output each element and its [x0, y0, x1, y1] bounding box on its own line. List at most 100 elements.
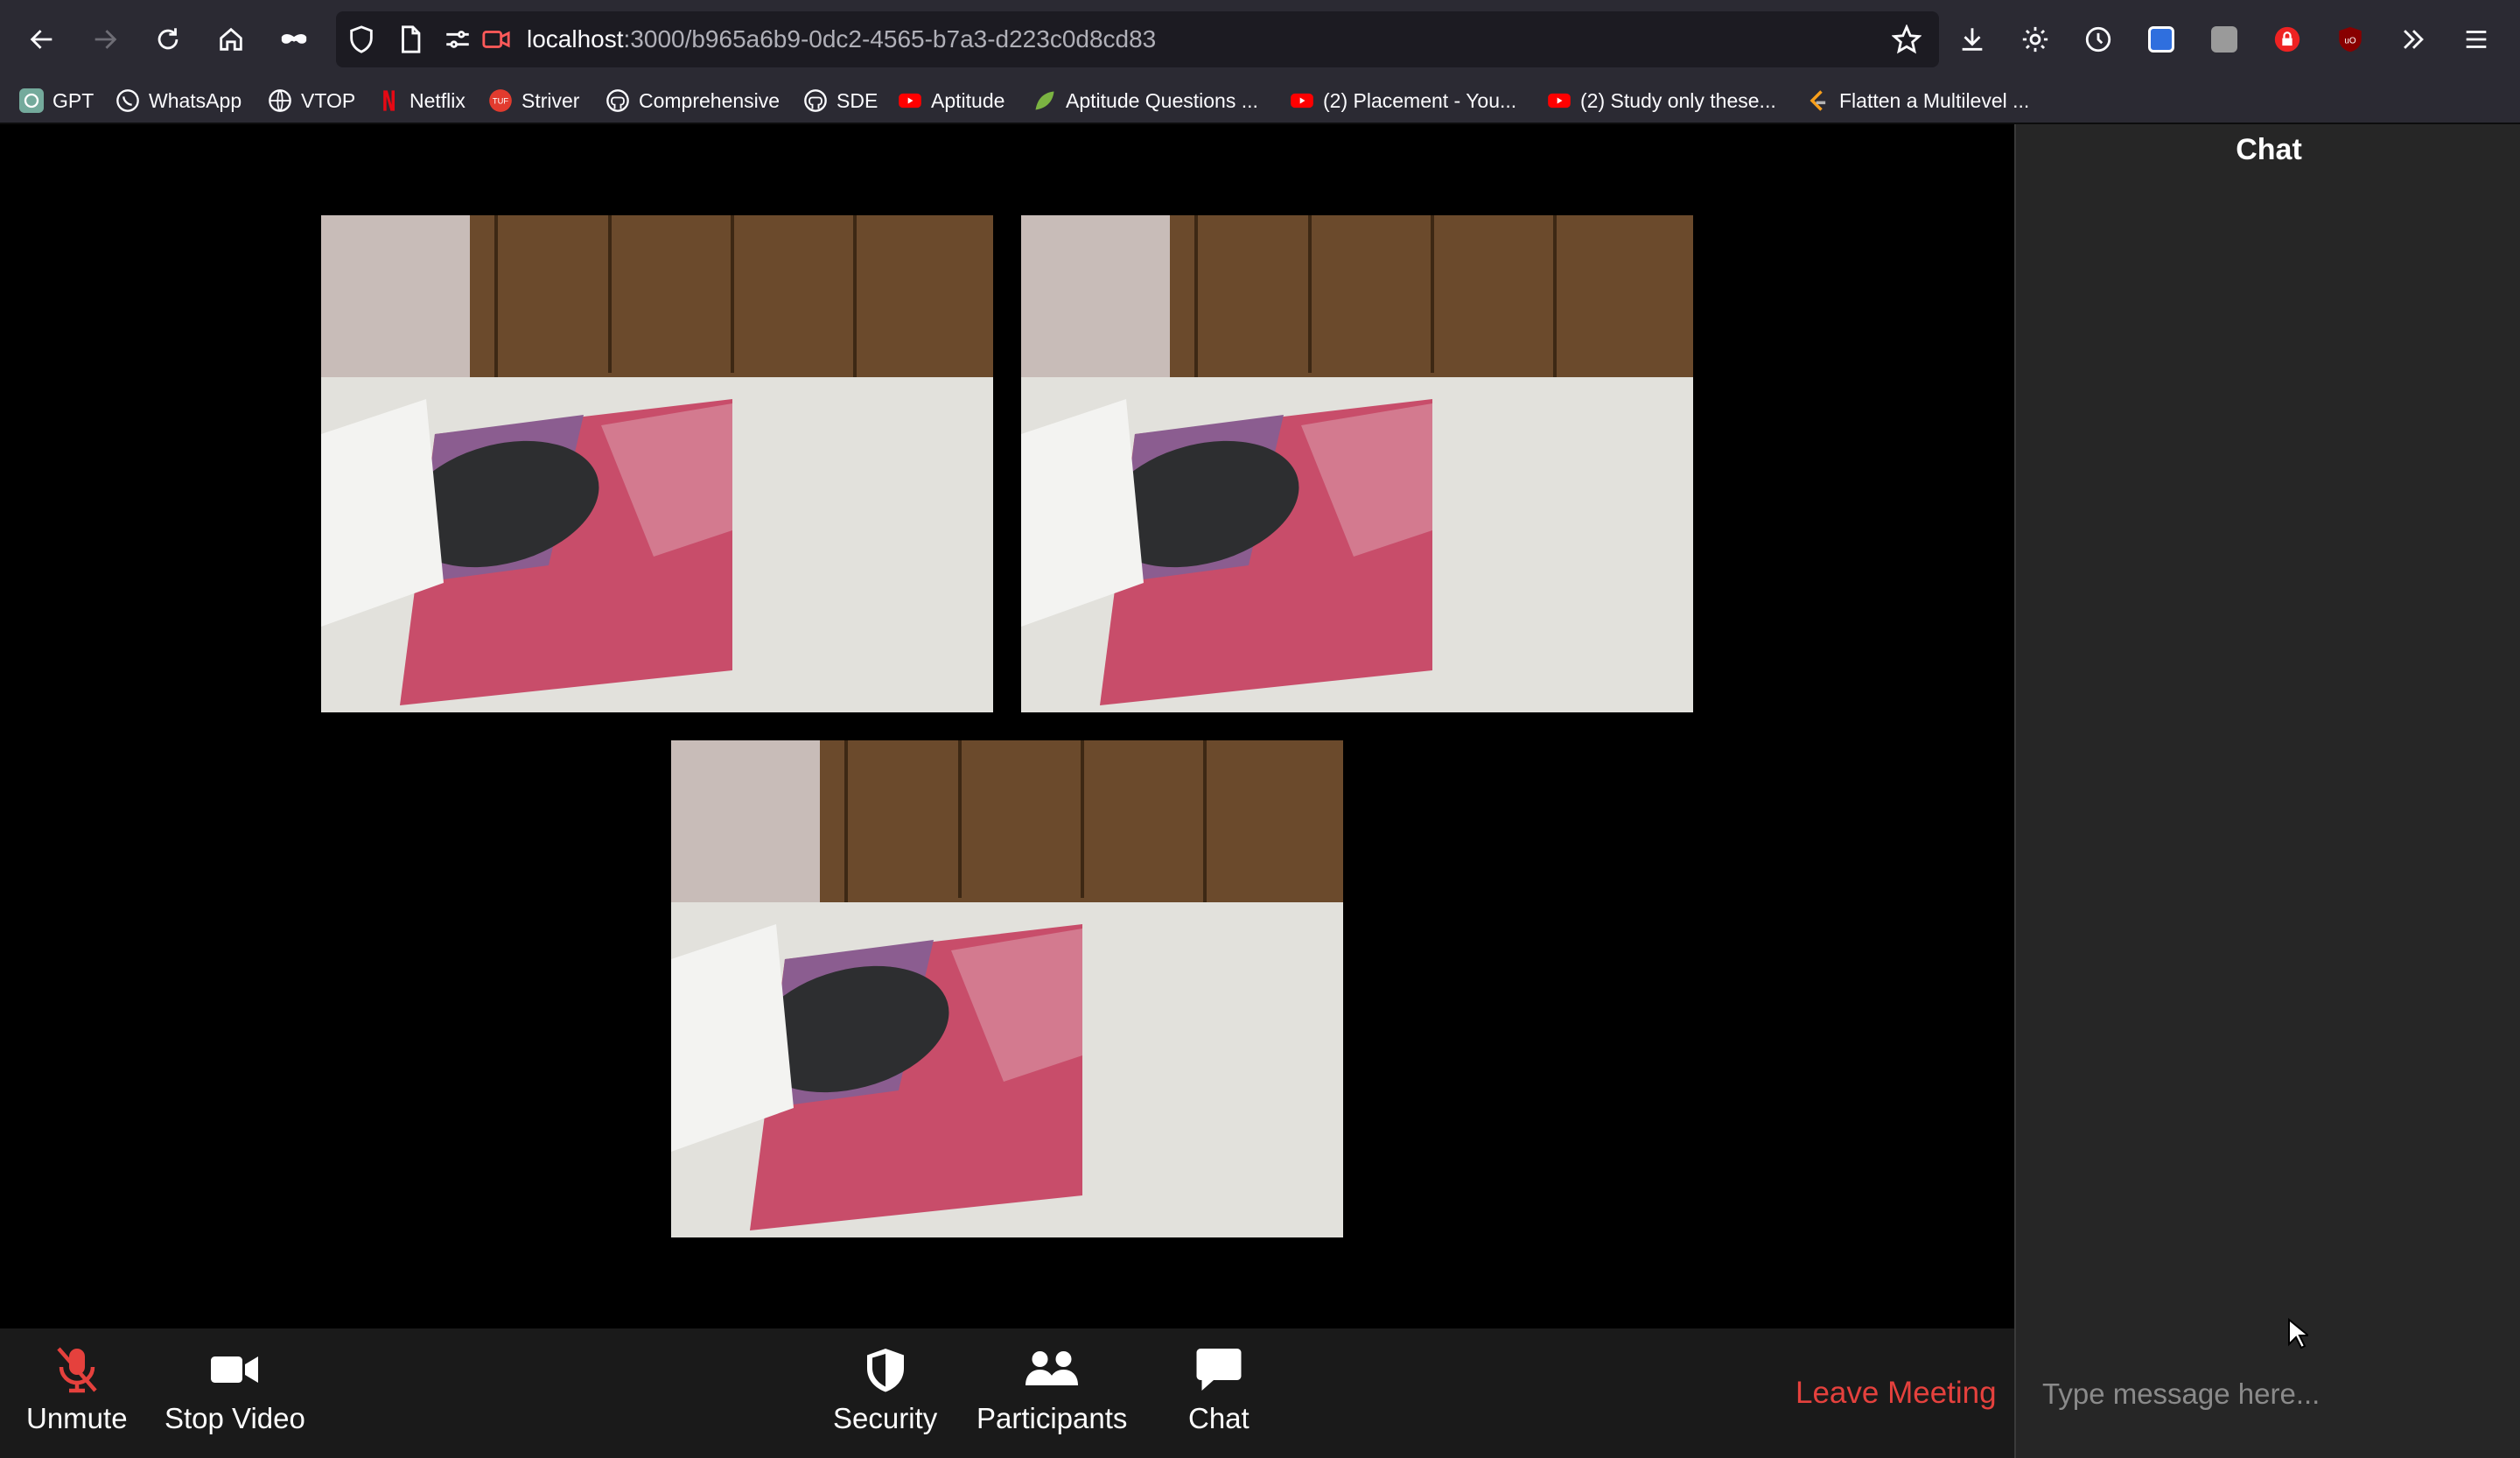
camera-sharing-icon[interactable] [481, 25, 511, 54]
private-mode-button[interactable] [271, 17, 317, 62]
extension-2-button[interactable] [2202, 17, 2247, 62]
camera-feed-image [1021, 215, 1693, 712]
video-camera-icon [211, 1356, 259, 1383]
bookmarks-bar: GPT WhatsApp VTOP Netflix TUF Striver Co… [0, 79, 2520, 124]
bookmark-netflix[interactable]: Netflix [376, 86, 466, 116]
whatsapp-icon [116, 89, 139, 112]
page-icon[interactable] [396, 25, 425, 54]
bookmark-vtop[interactable]: VTOP [268, 86, 355, 116]
arrow-right-icon [94, 30, 117, 49]
extension-1-button[interactable] [2138, 17, 2184, 62]
bookmark-aptitude-questions[interactable]: Aptitude Questions ... [1032, 86, 1258, 116]
unmute-button[interactable]: Unmute [26, 1346, 128, 1435]
forward-button[interactable] [82, 17, 128, 62]
bookmark-sde[interactable]: SDE [803, 86, 878, 116]
chat-panel: Chat [2014, 124, 2520, 1458]
camera-feed-image [321, 215, 993, 712]
openai-icon [19, 88, 44, 113]
svg-text:uO: uO [2344, 36, 2356, 46]
ublock-button[interactable]: uO [2328, 17, 2373, 62]
video-tile-2[interactable] [1021, 215, 1693, 712]
shield-icon[interactable] [346, 25, 376, 54]
video-tile-1[interactable] [321, 215, 993, 712]
double-chevron-icon [2404, 30, 2424, 49]
unmute-label: Unmute [26, 1402, 128, 1434]
back-button[interactable] [19, 17, 65, 62]
extension-3-button[interactable] [2264, 17, 2310, 62]
bookmark-striver[interactable]: TUF Striver [488, 86, 579, 116]
chat-label: Chat [1188, 1402, 1250, 1434]
menu-button[interactable] [2454, 17, 2499, 62]
netflix-icon [383, 90, 395, 111]
bookmark-label: Aptitude Questions ... [1066, 88, 1258, 112]
participants-label: Participants [976, 1402, 1128, 1434]
leaf-icon [1035, 91, 1054, 110]
home-icon [220, 27, 242, 51]
bookmark-label: (2) Placement - You... [1323, 88, 1517, 112]
download-icon [1962, 28, 1983, 51]
reload-button[interactable] [145, 17, 191, 62]
url-host: localhost [527, 25, 624, 53]
chat-messages-area [2016, 186, 2520, 1349]
bookmark-aptitude[interactable]: Aptitude [898, 86, 1004, 116]
bookmark-comprehensive[interactable]: Comprehensive [606, 86, 780, 116]
video-tile-3[interactable] [671, 740, 1343, 1237]
settings-button[interactable] [2012, 17, 2058, 62]
url-text[interactable]: localhost:3000/b965a6b9-0dc2-4565-b7a3-d… [527, 25, 1156, 53]
muted-microphone-icon [57, 1347, 97, 1393]
globe-icon [269, 89, 291, 112]
bookmark-label: Comprehensive [639, 88, 780, 112]
bookmark-label: GPT [52, 88, 94, 112]
shield-icon [866, 1349, 904, 1392]
github-icon [606, 89, 629, 112]
github-icon [804, 89, 827, 112]
chat-message-input[interactable] [2040, 1367, 2499, 1421]
reload-icon [158, 28, 178, 50]
hamburger-menu-icon [2466, 31, 2487, 48]
bookmark-label: VTOP [301, 88, 356, 112]
ublock-origin-icon: uO [2339, 26, 2362, 53]
bookmark-study[interactable]: (2) Study only these... [1547, 86, 1776, 116]
meeting-controls: Unmute Stop Video Security Participants … [0, 1328, 2014, 1458]
arrow-left-icon [30, 30, 52, 49]
security-button[interactable]: Security [833, 1346, 937, 1435]
bookmark-label: Striver [522, 88, 580, 112]
leetcode-icon [1810, 90, 1826, 111]
participants-icon [1026, 1351, 1079, 1385]
lock-extension-icon [2274, 26, 2300, 53]
chat-bubble-icon [1196, 1349, 1242, 1391]
url-path: :3000/b965a6b9-0dc2-4565-b7a3-d223c0d8cd… [623, 25, 1157, 53]
bookmark-placement[interactable]: (2) Placement - You... [1290, 86, 1516, 116]
svg-text:TUF: TUF [493, 97, 508, 106]
bookmark-label: SDE [836, 88, 878, 112]
history-button[interactable] [2076, 17, 2121, 62]
youtube-icon [1548, 93, 1571, 109]
youtube-icon [899, 93, 921, 109]
downloads-button[interactable] [1950, 17, 1995, 62]
bookmark-whatsapp[interactable]: WhatsApp [116, 86, 242, 116]
bookmark-flatten[interactable]: Flatten a Multilevel ... [1806, 86, 2029, 116]
bookmark-label: WhatsApp [149, 88, 242, 112]
stop-video-label: Stop Video [164, 1402, 305, 1434]
url-bar[interactable]: localhost:3000/b965a6b9-0dc2-4565-b7a3-d… [336, 11, 1939, 67]
chat-title: Chat [2236, 133, 2302, 166]
gear-icon [2022, 26, 2048, 53]
bookmark-label: Netflix [410, 88, 466, 112]
stop-video-button[interactable]: Stop Video [164, 1346, 305, 1435]
bookmark-star-icon[interactable] [1892, 25, 1922, 54]
youtube-icon [1291, 93, 1313, 109]
home-button[interactable] [208, 17, 254, 62]
mask-icon [281, 33, 307, 44]
participants-button[interactable]: Participants [976, 1346, 1127, 1435]
security-label: Security [833, 1402, 938, 1434]
more-tools-button[interactable] [2390, 17, 2436, 62]
bookmark-label: Flatten a Multilevel ... [1839, 88, 2030, 112]
leave-meeting-button[interactable]: Leave Meeting [1796, 1376, 1997, 1411]
chat-button[interactable]: Chat [1188, 1346, 1250, 1435]
permissions-icon[interactable] [443, 25, 472, 54]
mouse-pointer-icon [2288, 1318, 2308, 1349]
camera-feed-image [671, 740, 1343, 1237]
video-gallery [0, 124, 2014, 1328]
extension-blue-icon [2148, 26, 2174, 53]
bookmark-gpt[interactable]: GPT [19, 86, 94, 116]
